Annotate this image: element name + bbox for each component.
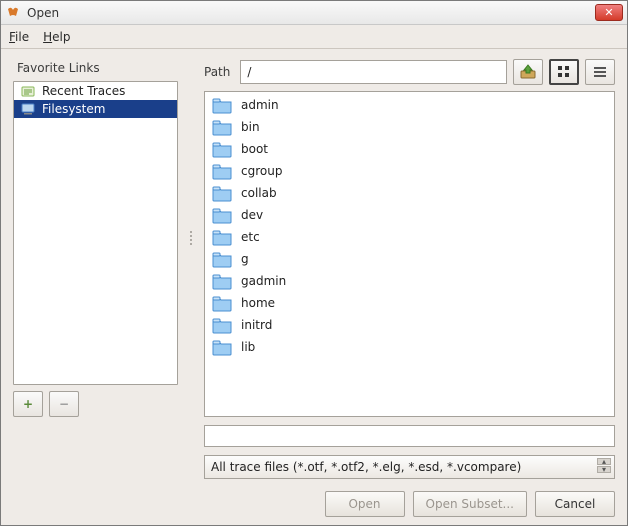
file-row[interactable]: initrd <box>207 314 612 336</box>
button-label: Open Subset... <box>426 497 515 511</box>
open-dialog-window: Open ✕ File Help Favorite Links Recent T… <box>0 0 628 526</box>
folder-icon <box>211 162 233 180</box>
folder-icon <box>211 250 233 268</box>
file-row[interactable]: bin <box>207 116 612 138</box>
file-name: bin <box>241 120 260 134</box>
file-row[interactable]: etc <box>207 226 612 248</box>
file-name: collab <box>241 186 277 200</box>
grid-icon <box>557 65 571 79</box>
folder-icon <box>211 338 233 356</box>
file-row[interactable]: home <box>207 292 612 314</box>
file-name: admin <box>241 98 279 112</box>
cancel-button[interactable]: Cancel <box>535 491 615 517</box>
menu-help[interactable]: Help <box>43 30 70 44</box>
filter-selected-text: All trace files (*.otf, *.otf2, *.elg, *… <box>211 460 521 474</box>
up-directory-button[interactable] <box>513 59 543 85</box>
button-label: Open <box>348 497 380 511</box>
filesystem-icon <box>20 102 36 116</box>
folder-icon <box>211 96 233 114</box>
folder-icon <box>211 294 233 312</box>
filename-row <box>13 425 615 447</box>
menubar: File Help <box>1 25 627 49</box>
minus-icon: − <box>59 397 69 411</box>
window-title: Open <box>27 6 595 20</box>
filter-row: All trace files (*.otf, *.otf2, *.elg, *… <box>13 455 615 479</box>
icon-view-button[interactable] <box>549 59 579 85</box>
file-row[interactable]: boot <box>207 138 612 160</box>
button-label: Cancel <box>555 497 596 511</box>
file-name: g <box>241 252 249 266</box>
list-view-button[interactable] <box>585 59 615 85</box>
up-arrow-icon <box>519 64 537 80</box>
file-row[interactable]: cgroup <box>207 160 612 182</box>
file-name: boot <box>241 142 268 156</box>
path-input[interactable] <box>240 60 507 84</box>
fav-item-label: Recent Traces <box>42 84 125 98</box>
folder-icon <box>211 140 233 158</box>
titlebar[interactable]: Open ✕ <box>1 1 627 25</box>
file-name: initrd <box>241 318 272 332</box>
menu-file[interactable]: File <box>9 30 29 44</box>
folder-icon <box>211 206 233 224</box>
upper-panels: Favorite Links Recent Traces Filesystem <box>13 59 615 417</box>
folder-icon <box>211 228 233 246</box>
filename-input[interactable] <box>204 425 615 447</box>
splitter-handle[interactable] <box>188 59 194 417</box>
file-name: gadmin <box>241 274 286 288</box>
file-row[interactable]: g <box>207 248 612 270</box>
file-name: cgroup <box>241 164 282 178</box>
plus-icon: + <box>23 397 33 411</box>
folder-icon <box>211 118 233 136</box>
file-row[interactable]: dev <box>207 204 612 226</box>
file-row[interactable]: admin <box>207 94 612 116</box>
fav-item-filesystem[interactable]: Filesystem <box>14 100 177 118</box>
favorites-heading: Favorite Links <box>13 59 178 81</box>
recent-traces-icon <box>20 84 36 98</box>
folder-icon <box>211 272 233 290</box>
remove-favorite-button[interactable]: − <box>49 391 79 417</box>
folder-icon <box>211 316 233 334</box>
file-row[interactable]: gadmin <box>207 270 612 292</box>
file-name: etc <box>241 230 260 244</box>
file-list[interactable]: admin bin boot cgroup collab dev etc g gadmin hom… <box>204 91 615 417</box>
folder-icon <box>211 184 233 202</box>
favorites-buttons: + − <box>13 391 178 417</box>
path-row: Path <box>204 59 615 85</box>
close-icon: ✕ <box>604 7 613 18</box>
file-row[interactable]: collab <box>207 182 612 204</box>
close-button[interactable]: ✕ <box>595 4 623 21</box>
file-type-filter[interactable]: All trace files (*.otf, *.otf2, *.elg, *… <box>204 455 615 479</box>
open-subset-button[interactable]: Open Subset... <box>413 491 528 517</box>
open-button[interactable]: Open <box>325 491 405 517</box>
file-name: home <box>241 296 275 310</box>
file-name: lib <box>241 340 255 354</box>
path-label: Path <box>204 65 234 79</box>
file-row[interactable]: lib <box>207 336 612 358</box>
add-favorite-button[interactable]: + <box>13 391 43 417</box>
fav-item-label: Filesystem <box>42 102 105 116</box>
file-name: dev <box>241 208 263 222</box>
app-icon <box>5 5 21 21</box>
favorites-list[interactable]: Recent Traces Filesystem <box>13 81 178 385</box>
list-icon <box>593 65 607 79</box>
favorites-panel: Favorite Links Recent Traces Filesystem <box>13 59 178 417</box>
main-area: Favorite Links Recent Traces Filesystem <box>1 49 627 525</box>
fav-item-recent-traces[interactable]: Recent Traces <box>14 82 177 100</box>
action-buttons: Open Open Subset... Cancel <box>13 491 615 517</box>
browser-panel: Path <box>204 59 615 417</box>
